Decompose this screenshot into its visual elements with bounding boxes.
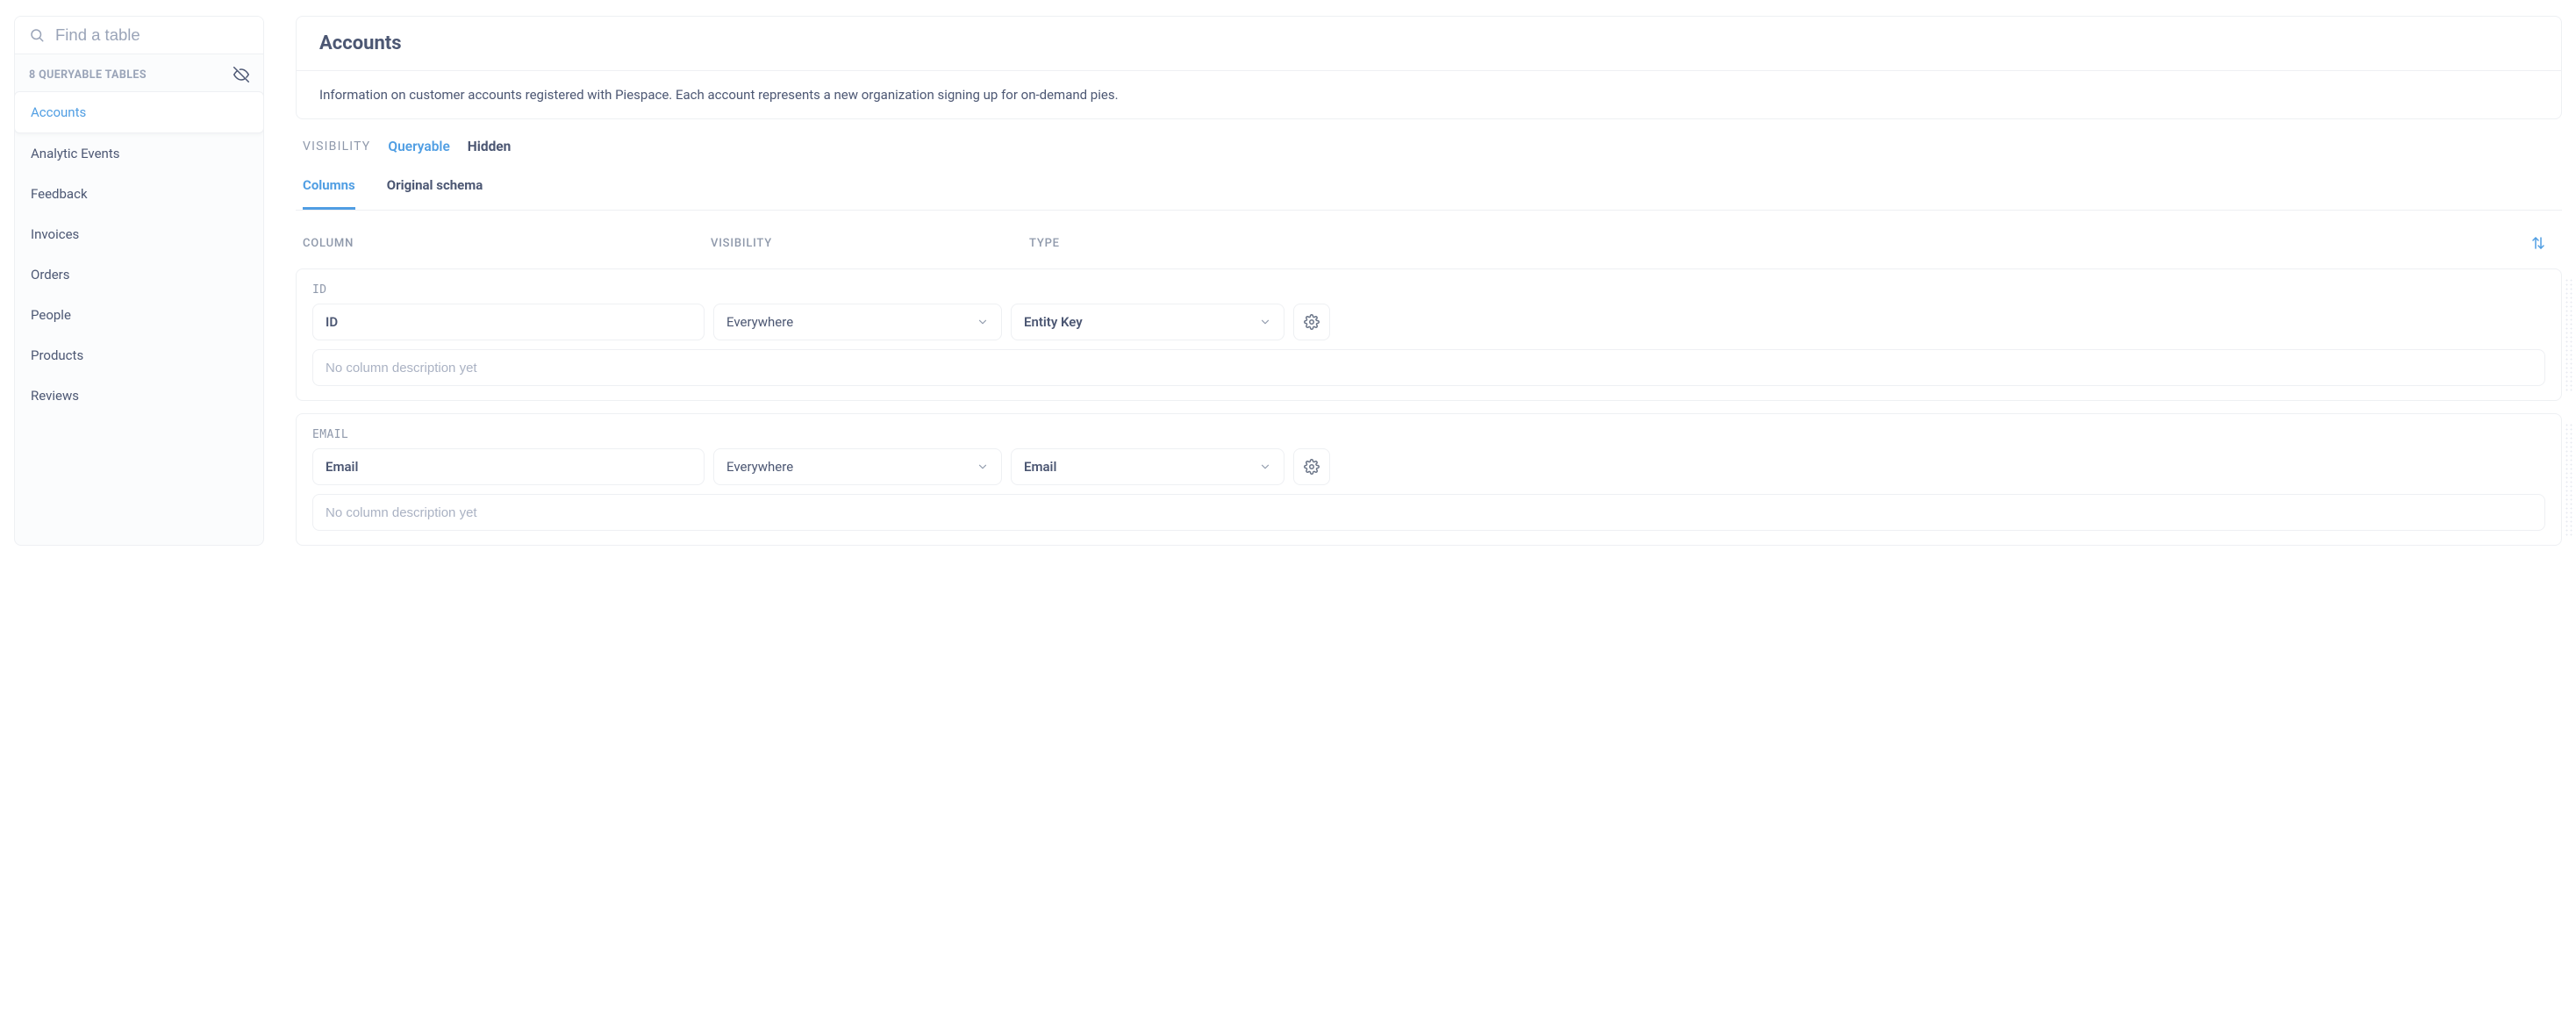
sidebar-subheading: 8 QUERYABLE TABLES: [15, 54, 263, 91]
table-search-row: [15, 17, 263, 54]
sidebar-item-label: Feedback: [31, 186, 88, 202]
column-display-name-input[interactable]: Email: [312, 448, 705, 485]
column-raw-name: EMAIL: [312, 428, 2545, 441]
column-name-text: ID: [326, 314, 338, 330]
gear-icon: [1304, 314, 1320, 330]
table-header-panel: Accounts Information on customer account…: [296, 16, 2562, 119]
sidebar-item-label: Orders: [31, 267, 70, 283]
column-settings-button[interactable]: [1293, 448, 1330, 485]
column-visibility-value: Everywhere: [726, 459, 793, 475]
sidebar-item-label: People: [31, 307, 71, 323]
column-card: EMAIL Email Everywhere Email: [296, 413, 2562, 546]
search-icon: [29, 27, 45, 43]
sidebar-item-accounts[interactable]: Accounts: [14, 91, 264, 133]
column-name-text: Email: [326, 459, 358, 475]
column-header-visibility: VISIBILITY: [711, 237, 1029, 250]
column-visibility-select[interactable]: Everywhere: [713, 448, 1002, 485]
sidebar-table-list: Accounts Analytic Events Feedback Invoic…: [15, 91, 263, 428]
column-display-name-input[interactable]: ID: [312, 304, 705, 340]
drag-handle[interactable]: [2565, 278, 2573, 391]
tabs-row: Columns Original schema: [296, 161, 2562, 211]
tab-columns[interactable]: Columns: [303, 177, 355, 210]
table-search-input[interactable]: [55, 25, 264, 45]
sidebar-item-analytic-events[interactable]: Analytic Events: [15, 133, 263, 174]
table-description[interactable]: Information on customer accounts registe…: [297, 71, 2561, 118]
visibility-label: VISIBILITY: [303, 140, 370, 154]
main-panel: Accounts Information on customer account…: [296, 16, 2562, 546]
column-type-select[interactable]: Email: [1011, 448, 1284, 485]
column-visibility-select[interactable]: Everywhere: [713, 304, 1002, 340]
column-card: ID ID Everywhere Entity Key: [296, 268, 2562, 401]
sidebar-item-label: Analytic Events: [31, 146, 120, 161]
chevron-down-icon: [977, 316, 989, 328]
chevron-down-icon: [1259, 316, 1271, 328]
column-description-input[interactable]: [326, 361, 2532, 376]
column-raw-name: ID: [312, 283, 2545, 297]
column-header-type: TYPE: [1029, 237, 2530, 250]
column-headers-row: COLUMN VISIBILITY TYPE: [296, 211, 2562, 256]
sidebar-item-products[interactable]: Products: [15, 335, 263, 376]
visibility-option-hidden[interactable]: Hidden: [468, 139, 512, 154]
column-visibility-value: Everywhere: [726, 314, 793, 330]
sidebar-item-reviews[interactable]: Reviews: [15, 376, 263, 416]
sort-columns-button[interactable]: [2530, 235, 2555, 251]
sidebar-item-people[interactable]: People: [15, 295, 263, 335]
sidebar-item-orders[interactable]: Orders: [15, 254, 263, 295]
column-card-row: Email Everywhere Email: [312, 448, 2545, 485]
column-header-column: COLUMN: [303, 237, 711, 250]
column-description-input-wrap: [312, 494, 2545, 531]
sort-icon: [2530, 235, 2555, 251]
column-description-input[interactable]: [326, 505, 2532, 520]
sidebar: 8 QUERYABLE TABLES Accounts Analytic Eve…: [14, 16, 264, 546]
column-settings-button[interactable]: [1293, 304, 1330, 340]
visibility-option-queryable[interactable]: Queryable: [388, 139, 449, 154]
eye-off-icon[interactable]: [233, 67, 249, 82]
tab-original-schema[interactable]: Original schema: [387, 177, 483, 210]
sidebar-item-label: Reviews: [31, 388, 79, 404]
gear-icon: [1304, 459, 1320, 475]
queryable-tables-count: 8 QUERYABLE TABLES: [29, 68, 147, 82]
sidebar-item-invoices[interactable]: Invoices: [15, 214, 263, 254]
sidebar-item-label: Invoices: [31, 226, 79, 242]
column-card-row: ID Everywhere Entity Key: [312, 304, 2545, 340]
chevron-down-icon: [1259, 461, 1271, 473]
drag-handle[interactable]: [2565, 423, 2573, 536]
visibility-row: VISIBILITY Queryable Hidden: [296, 119, 2562, 161]
column-type-value: Entity Key: [1024, 314, 1083, 330]
column-type-select[interactable]: Entity Key: [1011, 304, 1284, 340]
sidebar-item-label: Accounts: [31, 104, 86, 120]
column-description-input-wrap: [312, 349, 2545, 386]
column-type-value: Email: [1024, 459, 1056, 475]
sidebar-item-feedback[interactable]: Feedback: [15, 174, 263, 214]
sidebar-item-label: Products: [31, 347, 83, 363]
chevron-down-icon: [977, 461, 989, 473]
page-title: Accounts: [297, 17, 2561, 71]
